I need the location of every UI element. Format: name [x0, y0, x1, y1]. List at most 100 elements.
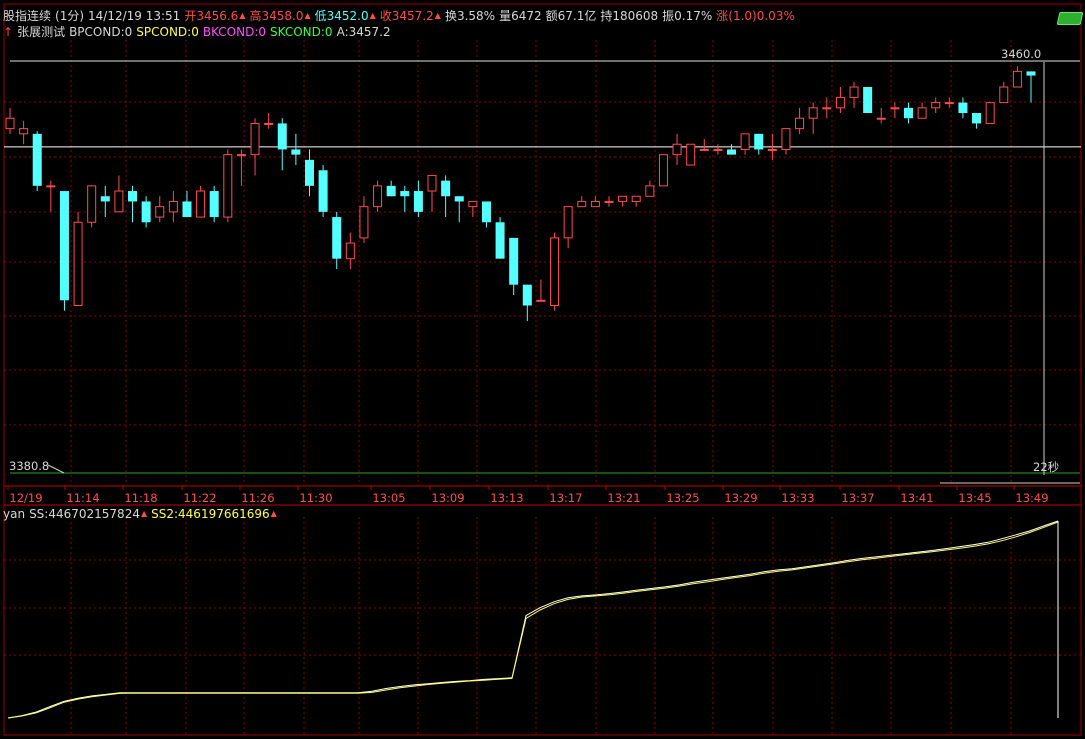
sub-indicator-name[interactable]: yan [3, 506, 25, 522]
up-triangle-icon: ▲ [270, 509, 277, 518]
time-axis-label: 13:17 [549, 491, 583, 505]
candle-body [985, 102, 995, 124]
candle [944, 97, 954, 108]
candle-body [1012, 70, 1022, 88]
connection-status-icon[interactable] [1056, 12, 1084, 25]
candle-body [155, 206, 165, 218]
up-triangle-icon: ▲ [434, 11, 441, 20]
candle [713, 144, 723, 155]
candle [563, 206, 573, 249]
change-value: 涨(1.0)0.03% [716, 9, 795, 23]
candle [903, 102, 913, 124]
candle [481, 201, 491, 228]
indicator-name[interactable]: 张展测试 [17, 24, 65, 40]
skcond-value: SKCOND:0 [270, 25, 333, 39]
time-axis-label: 11:30 [299, 491, 333, 505]
candle-body [972, 113, 982, 124]
candle-body [32, 133, 42, 186]
candle [958, 97, 968, 119]
candle-body [631, 195, 641, 202]
candle [196, 185, 206, 218]
candle [413, 180, 423, 218]
candle [141, 196, 151, 228]
indicator-header: ↑ 张展测试 BPCOND:0 SPCOND:0 BKCOND:0 SKCOND… [3, 24, 395, 40]
candle [359, 196, 369, 244]
time-axis-label: 13:45 [958, 491, 992, 505]
candle-body [890, 107, 900, 110]
candle-body [481, 201, 491, 223]
candle [931, 97, 941, 114]
candle [46, 180, 56, 212]
max-price-label: 3460.0 [1001, 47, 1042, 61]
candle [59, 191, 69, 311]
amount-value: 额67.1亿 [545, 9, 597, 23]
candle [658, 154, 668, 187]
a-value: A:3457.2 [336, 25, 391, 39]
symbol-title[interactable]: 股指连续 [3, 8, 51, 24]
candle [209, 185, 219, 223]
candle-body [46, 185, 56, 188]
min-price-label: 3380.8 [9, 459, 50, 473]
candle [835, 87, 845, 114]
datetime-label: 14/12/19 13:51 [88, 9, 181, 23]
candle [468, 200, 478, 218]
candle-body [236, 154, 246, 157]
candle-body [73, 221, 83, 306]
time-axis-label: 11:18 [124, 491, 158, 505]
candle-body [19, 128, 29, 135]
bkcond-value: BKCOND:0 [202, 25, 267, 39]
up-triangle-icon: ▲ [239, 11, 246, 20]
candle-body [604, 200, 614, 203]
amplitude-value: 振0.17% [662, 9, 713, 23]
candle-body [318, 170, 328, 212]
candle-body [903, 107, 913, 119]
candle-body [658, 154, 668, 187]
candle [1012, 66, 1022, 88]
candle [618, 195, 628, 207]
position-value: 持180608 [600, 9, 659, 23]
candle-body [5, 117, 15, 130]
turnover-value: 换3.58% [444, 9, 496, 23]
candle [550, 232, 560, 311]
candle-body [781, 128, 791, 150]
chart-canvas[interactable] [0, 0, 1085, 739]
candle [985, 102, 995, 124]
time-axis-label: 13:37 [841, 491, 875, 505]
candle-body [917, 107, 927, 119]
candle [495, 217, 505, 259]
candle-body [835, 96, 845, 109]
candle [427, 174, 437, 212]
ss-value: SS:446702157824 [29, 507, 140, 521]
candle [536, 279, 546, 302]
candle-body [413, 191, 423, 212]
candle [373, 180, 383, 212]
candle-body [373, 185, 383, 208]
ss2-line [7, 521, 1059, 719]
ss2-value: SS2:446197661696 [151, 507, 270, 521]
candle-body [209, 191, 219, 218]
period-label[interactable]: (1分) [55, 8, 84, 24]
candle [332, 211, 342, 270]
candle [999, 81, 1009, 104]
candle [822, 97, 832, 119]
close-value: 收3457.2 [379, 9, 434, 23]
candle-body [386, 185, 396, 197]
candle-body [141, 201, 151, 223]
candle [631, 195, 641, 207]
candle-body [454, 196, 464, 202]
candle-body [304, 159, 314, 186]
candle-body [441, 180, 451, 197]
candle-body [277, 123, 287, 150]
open-value: 开3456.6 [184, 9, 239, 23]
candle [686, 143, 696, 166]
candle [264, 113, 274, 129]
candle [87, 185, 97, 228]
ss-line [7, 520, 1059, 719]
candle [386, 180, 396, 197]
low-value: 低3452.0 [314, 9, 369, 23]
candle-body [727, 149, 737, 155]
candle-body [767, 148, 777, 151]
candle-body [645, 185, 655, 197]
candle [740, 133, 750, 155]
candle-body [359, 206, 369, 239]
